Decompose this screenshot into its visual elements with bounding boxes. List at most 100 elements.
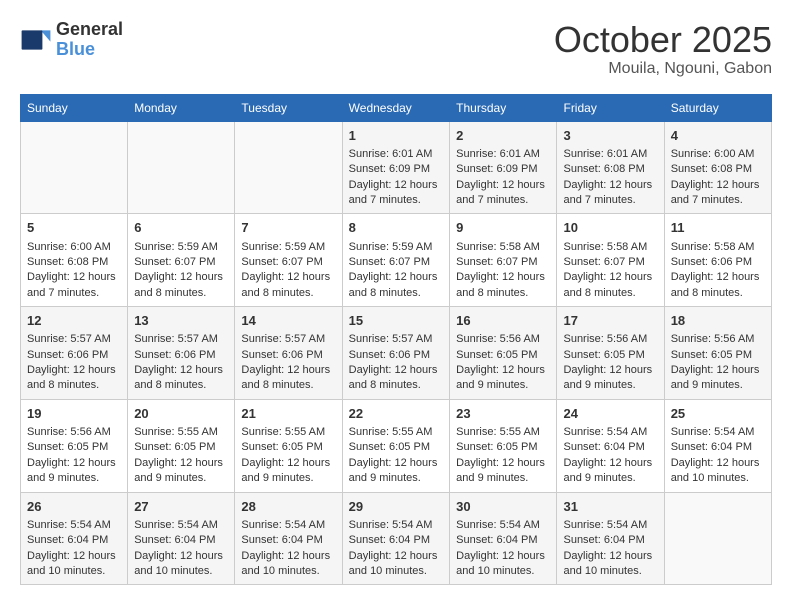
day-info: Sunset: 6:04 PM [349, 533, 444, 548]
page-header: General Blue October 2025 Mouila, Ngouni… [20, 20, 772, 78]
calendar-cell: 1Sunrise: 6:01 AMSunset: 6:09 PMDaylight… [342, 121, 450, 214]
day-info: Sunset: 6:04 PM [456, 533, 550, 548]
day-info: Daylight: 12 hours and 9 minutes. [563, 456, 657, 487]
calendar-cell: 14Sunrise: 5:57 AMSunset: 6:06 PMDayligh… [235, 307, 342, 400]
month-title: October 2025 [554, 20, 772, 60]
day-info: Daylight: 12 hours and 9 minutes. [456, 456, 550, 487]
day-number: 26 [27, 498, 121, 516]
day-info: Sunset: 6:05 PM [456, 440, 550, 455]
day-info: Sunrise: 5:54 AM [134, 518, 228, 533]
day-info: Sunset: 6:05 PM [241, 440, 335, 455]
header-monday: Monday [128, 94, 235, 121]
calendar-cell: 18Sunrise: 5:56 AMSunset: 6:05 PMDayligh… [664, 307, 771, 400]
day-info: Daylight: 12 hours and 8 minutes. [241, 363, 335, 394]
day-info: Sunrise: 5:54 AM [563, 518, 657, 533]
calendar-cell: 29Sunrise: 5:54 AMSunset: 6:04 PMDayligh… [342, 492, 450, 585]
header-saturday: Saturday [664, 94, 771, 121]
calendar-cell: 13Sunrise: 5:57 AMSunset: 6:06 PMDayligh… [128, 307, 235, 400]
day-info: Sunrise: 5:59 AM [134, 240, 228, 255]
day-info: Sunrise: 5:54 AM [27, 518, 121, 533]
header-wednesday: Wednesday [342, 94, 450, 121]
day-info: Daylight: 12 hours and 9 minutes. [671, 363, 765, 394]
day-info: Daylight: 12 hours and 10 minutes. [563, 549, 657, 580]
day-info: Daylight: 12 hours and 9 minutes. [134, 456, 228, 487]
day-info: Sunset: 6:06 PM [671, 255, 765, 270]
calendar-cell: 24Sunrise: 5:54 AMSunset: 6:04 PMDayligh… [557, 399, 664, 492]
day-info: Daylight: 12 hours and 8 minutes. [671, 270, 765, 301]
calendar-cell: 20Sunrise: 5:55 AMSunset: 6:05 PMDayligh… [128, 399, 235, 492]
day-info: Sunset: 6:08 PM [27, 255, 121, 270]
day-info: Sunset: 6:07 PM [241, 255, 335, 270]
calendar-cell: 10 Sunrise: 5:58 AMSunset: 6:07 PMDayligh… [557, 214, 664, 307]
day-number: 25 [671, 405, 765, 423]
calendar-cell: 12Sunrise: 5:57 AMSunset: 6:06 PMDayligh… [21, 307, 128, 400]
day-info: Sunrise: 5:57 AM [349, 332, 444, 347]
day-info: Sunrise: 5:58 AM [563, 240, 657, 255]
day-number: 9 [456, 219, 550, 237]
day-info: Daylight: 12 hours and 7 minutes. [563, 178, 657, 209]
calendar-cell: 31Sunrise: 5:54 AMSunset: 6:04 PMDayligh… [557, 492, 664, 585]
day-number: 21 [241, 405, 335, 423]
day-info: Sunrise: 5:56 AM [563, 332, 657, 347]
day-info: Sunrise: 5:59 AM [349, 240, 444, 255]
day-info: Daylight: 12 hours and 8 minutes. [27, 363, 121, 394]
calendar-cell: 9Sunrise: 5:58 AMSunset: 6:07 PMDaylight… [450, 214, 557, 307]
logo-line2: Blue [56, 40, 123, 60]
day-info: Sunrise: 5:54 AM [456, 518, 550, 533]
day-info: Daylight: 12 hours and 7 minutes. [671, 178, 765, 209]
calendar-cell: 16Sunrise: 5:56 AMSunset: 6:05 PMDayligh… [450, 307, 557, 400]
day-info: Sunrise: 5:54 AM [241, 518, 335, 533]
day-info: Daylight: 12 hours and 10 minutes. [27, 549, 121, 580]
day-info: Sunset: 6:04 PM [27, 533, 121, 548]
day-info: Sunset: 6:07 PM [456, 255, 550, 270]
day-info: Daylight: 12 hours and 9 minutes. [456, 363, 550, 394]
calendar-cell [664, 492, 771, 585]
calendar-cell: 26 Sunrise: 5:54 AMSunset: 6:04 PMDayligh… [21, 492, 128, 585]
day-info: Sunrise: 5:55 AM [241, 425, 335, 440]
day-info: Sunrise: 5:56 AM [456, 332, 550, 347]
day-info: Daylight: 12 hours and 8 minutes. [134, 270, 228, 301]
day-info: Daylight: 12 hours and 7 minutes. [456, 178, 550, 209]
day-info: Daylight: 12 hours and 8 minutes. [349, 363, 444, 394]
day-number: 24 [563, 405, 657, 423]
location: Mouila, Ngouni, Gabon [554, 60, 772, 78]
day-number: 10 [563, 219, 657, 237]
day-info: Sunrise: 5:57 AM [241, 332, 335, 347]
day-number: 4 [671, 127, 765, 145]
day-info: Daylight: 12 hours and 7 minutes. [27, 270, 121, 301]
day-number: 31 [563, 498, 657, 516]
day-info: Sunset: 6:08 PM [563, 162, 657, 177]
logo: General Blue [20, 20, 123, 60]
day-info: Sunset: 6:04 PM [241, 533, 335, 548]
day-number: 7 [241, 219, 335, 237]
day-number: 22 [349, 405, 444, 423]
day-info: Sunrise: 5:58 AM [671, 240, 765, 255]
day-info: Daylight: 12 hours and 9 minutes. [563, 363, 657, 394]
day-info: Sunrise: 5:54 AM [671, 425, 765, 440]
day-number: 30 [456, 498, 550, 516]
day-number: 16 [456, 312, 550, 330]
day-number: 13 [134, 312, 228, 330]
day-number: 28 [241, 498, 335, 516]
day-info: Sunset: 6:08 PM [671, 162, 765, 177]
day-info: Daylight: 12 hours and 9 minutes. [241, 456, 335, 487]
week-row-3: 12Sunrise: 5:57 AMSunset: 6:06 PMDayligh… [21, 307, 772, 400]
day-number: 19 [27, 405, 121, 423]
day-info: Sunrise: 5:54 AM [563, 425, 657, 440]
day-number: 2 [456, 127, 550, 145]
day-info: Sunrise: 6:01 AM [563, 147, 657, 162]
calendar-cell: 4Sunrise: 6:00 AMSunset: 6:08 PMDaylight… [664, 121, 771, 214]
day-info: Sunrise: 5:57 AM [27, 332, 121, 347]
day-info: Daylight: 12 hours and 10 minutes. [671, 456, 765, 487]
header-sunday: Sunday [21, 94, 128, 121]
day-info: Sunrise: 5:55 AM [134, 425, 228, 440]
day-info: Sunset: 6:07 PM [563, 255, 657, 270]
header-friday: Friday [557, 94, 664, 121]
day-number: 6 [134, 219, 228, 237]
day-info: Daylight: 12 hours and 8 minutes. [563, 270, 657, 301]
day-number: 18 [671, 312, 765, 330]
calendar-cell: 2Sunrise: 6:01 AMSunset: 6:09 PMDaylight… [450, 121, 557, 214]
day-info: Daylight: 12 hours and 9 minutes. [27, 456, 121, 487]
header-tuesday: Tuesday [235, 94, 342, 121]
calendar-cell [128, 121, 235, 214]
